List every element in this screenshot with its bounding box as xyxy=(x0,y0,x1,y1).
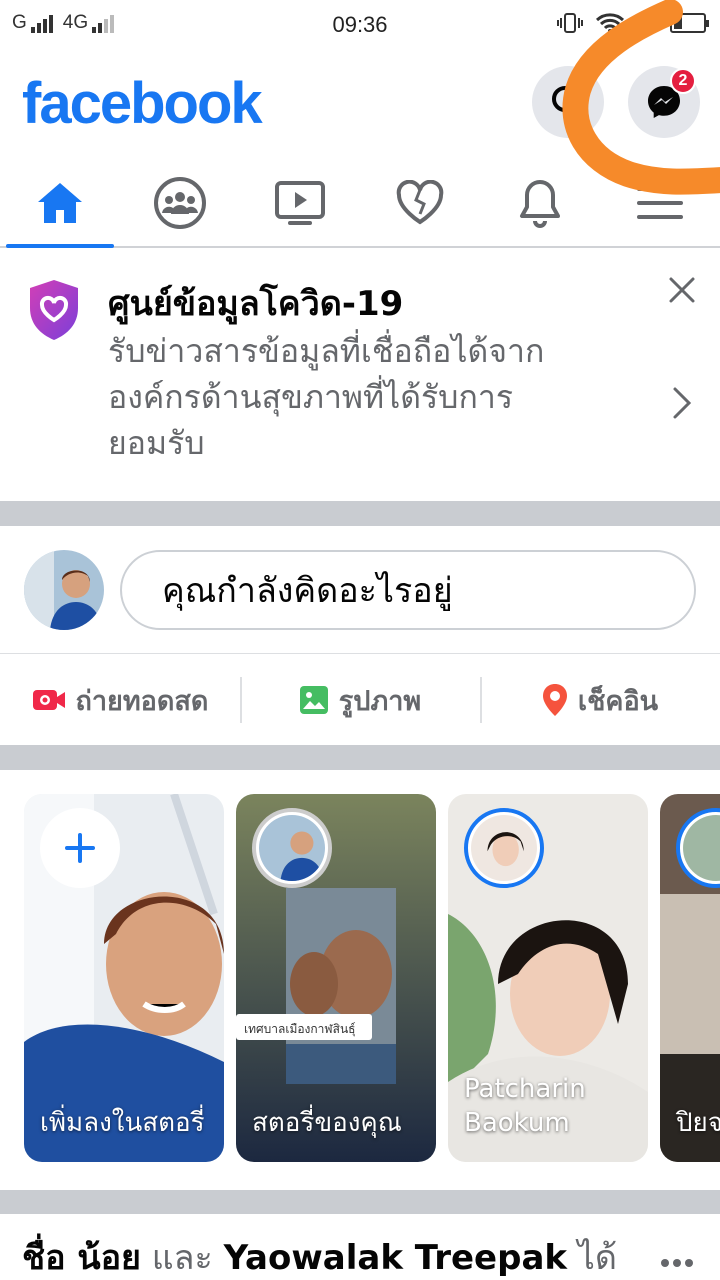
video-icon xyxy=(275,181,325,225)
add-story-label: เพิ่มลงในสตอรี่ xyxy=(40,1108,205,1138)
wifi-icon xyxy=(595,13,624,33)
post-author-2[interactable]: Yaowalak Treepak xyxy=(224,1238,567,1278)
battery-percent: 28 xyxy=(636,12,658,33)
facebook-logo[interactable]: facebook xyxy=(22,70,263,137)
more-options-icon[interactable] xyxy=(660,1258,694,1268)
search-button[interactable] xyxy=(532,66,604,138)
your-story-label: สตอรี่ของคุณ xyxy=(252,1108,402,1138)
vibrate-icon xyxy=(556,13,583,33)
groups-icon xyxy=(154,177,206,229)
friend-story-avatar xyxy=(464,808,544,888)
composer-actions: ถ่ายทอดสด รูปภาพ เช็คอิน xyxy=(0,655,720,745)
post-suffix: ได้ xyxy=(567,1238,617,1278)
friend-story-card[interactable]: Patcharin Baokum xyxy=(448,794,648,1162)
add-story-button[interactable] xyxy=(40,808,120,888)
search-icon xyxy=(552,86,584,118)
photo-icon xyxy=(299,686,328,714)
tab-notifications[interactable] xyxy=(480,160,600,246)
hamburger-icon xyxy=(637,187,683,219)
tab-home[interactable] xyxy=(0,160,120,248)
friend-story-name: Patcharin Baokum xyxy=(464,1074,586,1138)
nav-tabs xyxy=(0,160,720,248)
covid-shield-icon xyxy=(30,280,78,340)
status-bar: G 4G 09:36 28 xyxy=(0,0,720,50)
live-label: ถ่ายทอดสด xyxy=(75,685,209,717)
covid-description: รับข่าวสารข้อมูลที่เชื่อถือได้จากองค์กรด… xyxy=(108,332,545,462)
post-composer: คุณกำลังคิดอะไรอยู่ xyxy=(0,526,720,654)
location-pin-icon xyxy=(542,684,567,716)
story-location-sticker: เทศบาลเมืองกาฬสินธุ์ xyxy=(244,1022,356,1036)
chevron-right-icon[interactable] xyxy=(672,386,692,420)
section-divider xyxy=(0,745,720,770)
section-divider xyxy=(0,1190,720,1214)
photo-label: รูปภาพ xyxy=(338,685,422,717)
covid-title: ศูนย์ข้อมูลโควิด-19 xyxy=(108,284,404,324)
bell-icon xyxy=(520,180,560,228)
close-icon[interactable] xyxy=(668,276,696,304)
covid-info-card[interactable]: ศูนย์ข้อมูลโควิด-19 รับข่าวสารข้อมูลที่เ… xyxy=(0,250,720,500)
tab-watch[interactable] xyxy=(240,160,360,246)
your-story-card[interactable]: เทศบาลเมืองกาฬสินธุ์ สตอรี่ของคุณ xyxy=(236,794,436,1162)
live-video-icon xyxy=(32,690,65,710)
checkin-button[interactable]: เช็คอิน xyxy=(480,655,720,745)
messenger-button[interactable]: 2 xyxy=(628,66,700,138)
add-story-card[interactable]: เพิ่มลงในสตอรี่ xyxy=(24,794,224,1162)
composer-input[interactable]: คุณกำลังคิดอะไรอยู่ xyxy=(120,550,696,630)
battery-icon xyxy=(670,13,709,33)
post-conjunction: และ xyxy=(140,1238,224,1278)
friend-story-name-2: ปิยจ จิตต xyxy=(676,1108,720,1138)
your-story-avatar xyxy=(252,808,332,888)
friend-story-card-2[interactable]: ปิยจ จิตต xyxy=(660,794,720,1162)
tab-dating[interactable] xyxy=(360,160,480,246)
user-avatar[interactable] xyxy=(24,550,104,630)
checkin-label: เช็คอิน xyxy=(577,685,659,717)
photo-button[interactable]: รูปภาพ xyxy=(240,655,480,745)
feed-post: ชื่อ น้อย และ Yaowalak Treepak ได้ xyxy=(0,1214,720,1280)
app-header: facebook 2 xyxy=(0,52,720,152)
post-header: ชื่อ น้อย และ Yaowalak Treepak ได้ xyxy=(22,1230,617,1280)
plus-icon xyxy=(65,833,95,863)
status-icons: 28 xyxy=(556,12,709,34)
stories-tray: เพิ่มลงในสตอรี่ เทศบาลเมืองกาฬสินธุ์ สตอ… xyxy=(0,770,720,1190)
section-divider xyxy=(0,501,720,526)
post-author-1[interactable]: ชื่อ น้อย xyxy=(22,1238,141,1278)
messenger-badge: 2 xyxy=(670,68,696,94)
heart-icon xyxy=(396,180,444,225)
tab-menu[interactable] xyxy=(600,160,720,246)
live-button[interactable]: ถ่ายทอดสด xyxy=(0,655,240,745)
tab-groups[interactable] xyxy=(120,160,240,246)
home-icon xyxy=(38,183,82,223)
